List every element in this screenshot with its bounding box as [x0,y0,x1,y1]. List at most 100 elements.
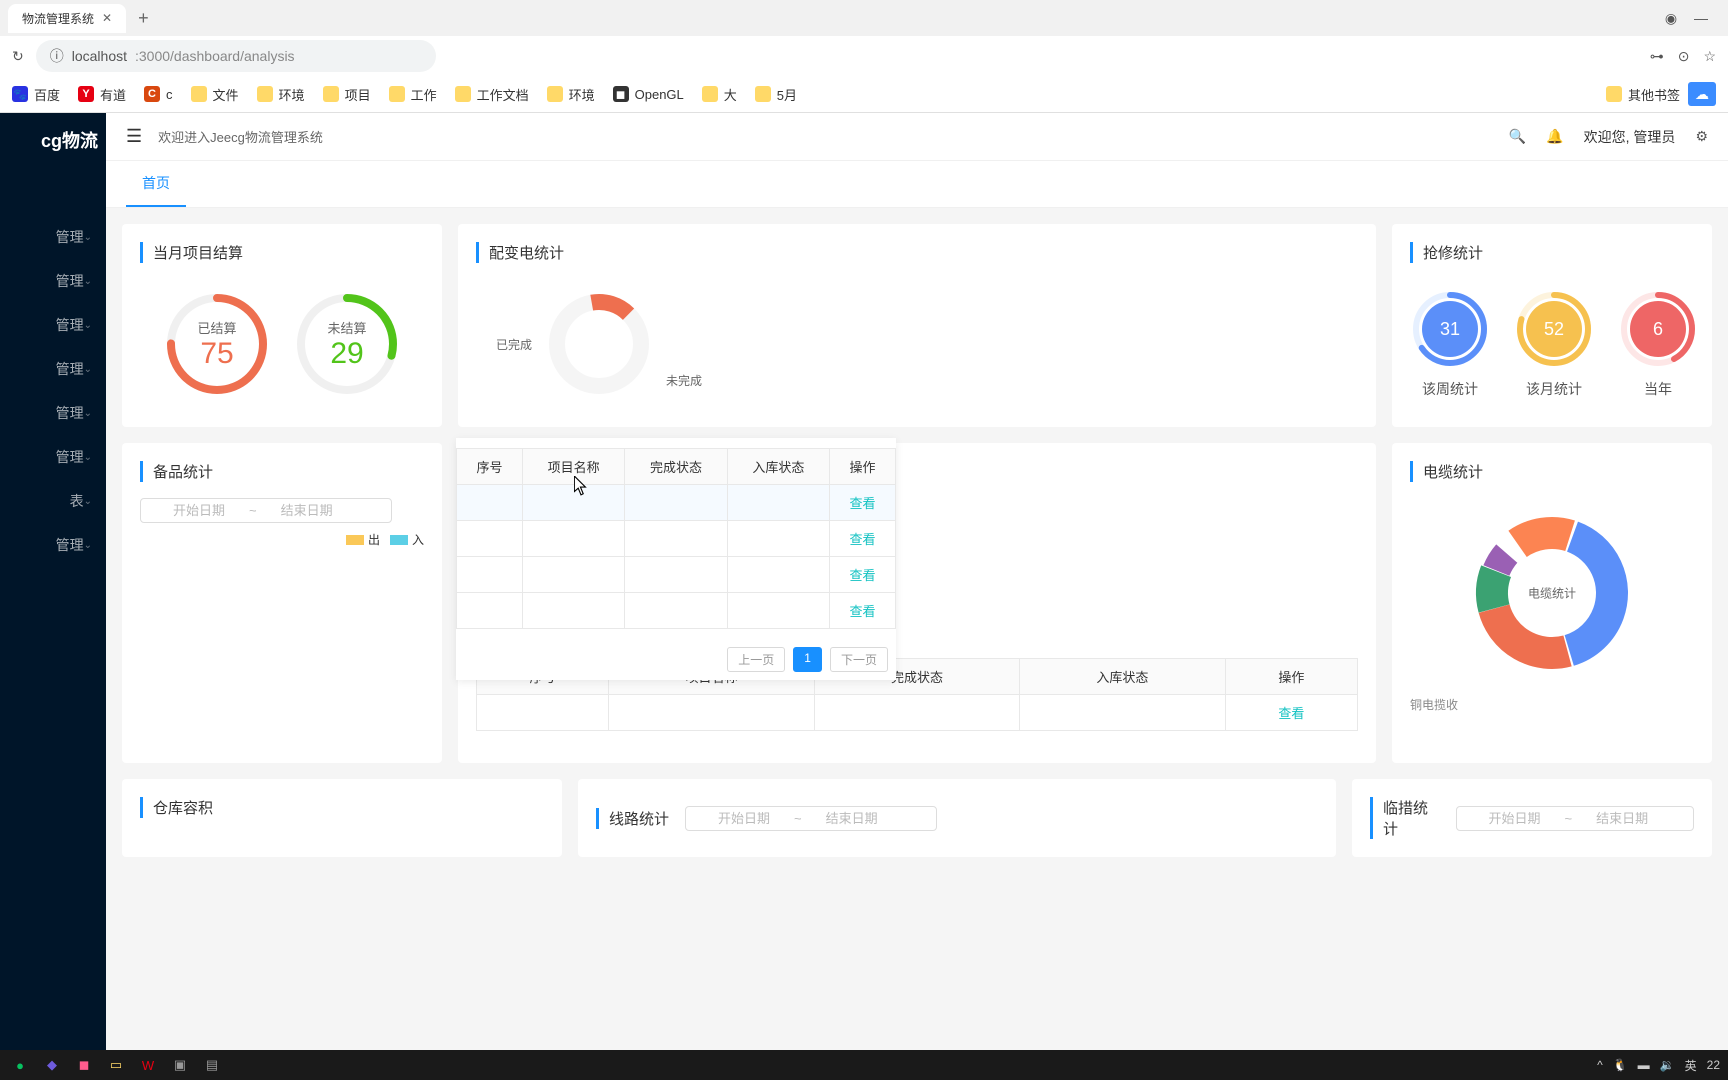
cable-footer: 铜电揽收 [1410,696,1694,713]
cable-donut: 电缆统计 [1410,498,1694,688]
search-icon[interactable]: 🔍 [1509,128,1526,145]
profile-icon[interactable]: ◉ [1664,11,1678,25]
th-name: 项目名称 [522,449,624,485]
tray-time[interactable]: 22 [1707,1058,1720,1072]
welcome-text: 欢迎进入Jeecg物流管理系统 [158,127,323,146]
tray-qq-icon[interactable]: 🐧 [1613,1058,1628,1072]
browser-tab[interactable]: 物流管理系统 ✕ [8,4,126,33]
sidebar-item-3[interactable]: 管理⌄ [0,347,106,391]
tray-chevron-icon[interactable]: ^ [1597,1058,1603,1072]
user-greeting[interactable]: 欢迎您, 管理员 [1584,127,1676,147]
gauge-value: 29 [330,337,363,371]
prev-page-button[interactable]: 上一页 [727,647,785,672]
view-link[interactable]: 查看 [850,532,876,547]
sidebar-item-7[interactable]: 管理⌄ [0,523,106,567]
bookmark-folder-gongzuowendang[interactable]: 工作文档 [455,85,529,104]
view-link[interactable]: 查看 [850,496,876,511]
tab-close-icon[interactable]: ✕ [102,11,112,25]
card-title: 当月项目结算 [140,242,424,263]
search-icon[interactable]: ⊙ [1678,48,1690,65]
gauge-unsettled: 未结算 29 [292,289,402,399]
repair-label: 当年 [1644,379,1672,399]
start-date-input[interactable] [149,503,249,518]
th-seq: 序号 [457,449,523,485]
table-row: 查看 [477,695,1358,731]
star-icon[interactable]: ☆ [1703,48,1716,65]
gauge-value: 75 [200,337,233,371]
bookmark-c[interactable]: Cc [144,86,173,102]
task-wps[interactable]: W [136,1054,160,1076]
card-title: 线路统计 [596,808,669,829]
app-logo: cg物流 [0,113,106,167]
date-range-picker[interactable]: ~ [685,806,937,831]
th-status: 完成状态 [625,449,727,485]
task-app1[interactable]: ◆ [40,1054,64,1076]
sidebar-item-6[interactable]: 表⌄ [0,479,106,523]
sidebar-item-2[interactable]: 管理⌄ [0,303,106,347]
start-date-input[interactable] [694,811,794,826]
card-monthly-settlement: 当月项目结算 已结算 75 未结算 [122,224,442,427]
sidebar-item-4[interactable]: 管理⌄ [0,391,106,435]
card-cable: 电缆统计 电缆统计 铜电揽收 [1392,443,1712,763]
start-date-input[interactable] [1465,811,1565,826]
bookmarks-bar: 🐾百度 Y有道 Cc 文件 环境 项目 工作 工作文档 环境 ◼OpenGL 大… [0,76,1728,112]
sidebar-item-5[interactable]: 管理⌄ [0,435,106,479]
baidu-cloud-icon[interactable]: ☁ [1688,82,1716,106]
table-row[interactable]: 查看 [457,485,896,521]
card-title: 抢修统计 [1410,242,1694,263]
settings-icon[interactable]: ⚙ [1695,128,1708,145]
bell-icon[interactable]: 🔔 [1546,128,1563,145]
task-wechat[interactable]: ● [8,1054,32,1076]
card-spare-parts: 备品统计 ~ 出 入 [122,443,442,763]
bookmark-opengl[interactable]: ◼OpenGL [613,86,684,102]
view-link[interactable]: 查看 [1278,706,1304,721]
os-taskbar: ● ◆ ◼ ▭ W ▣ ▤ ^ 🐧 ▬ 🔉 英 22 [0,1050,1728,1080]
end-date-input[interactable] [257,503,357,518]
chevron-down-icon: ⌄ [84,452,92,463]
tab-home[interactable]: 首页 [126,161,186,207]
page-number[interactable]: 1 [793,647,822,672]
tray-battery-icon[interactable]: ▬ [1638,1058,1650,1072]
date-range-picker[interactable]: ~ [1456,806,1694,831]
view-link[interactable]: 查看 [850,604,876,619]
task-app2[interactable]: ◼ [72,1054,96,1076]
task-explorer[interactable]: ▭ [104,1054,128,1076]
donut-label-done: 已完成 [496,336,532,353]
date-sep: ~ [249,503,257,518]
task-app3[interactable]: ▤ [200,1054,224,1076]
collapse-menu-icon[interactable]: ☰ [126,126,142,147]
date-range-picker[interactable]: ~ [140,498,392,523]
legend-in: 入 [390,531,424,548]
view-link[interactable]: 查看 [850,568,876,583]
bookmark-folder-wenjian[interactable]: 文件 [191,85,239,104]
table-row[interactable]: 查看 [457,557,896,593]
bookmark-folder-huanjing2[interactable]: 环境 [547,85,595,104]
bookmark-folder-5yue[interactable]: 5月 [755,85,797,104]
sidebar-item-1[interactable]: 管理⌄ [0,259,106,303]
url-path: :3000/dashboard/analysis [135,48,295,64]
sidebar-item-0[interactable]: 管理⌄ [0,215,106,259]
tray-ime[interactable]: 英 [1685,1057,1697,1074]
table-row[interactable]: 查看 [457,593,896,629]
repair-year: 6 当年 [1618,289,1698,399]
table-row[interactable]: 查看 [457,521,896,557]
new-tab-icon[interactable]: + [138,8,149,29]
bookmark-baidu[interactable]: 🐾百度 [12,85,60,104]
bookmark-folder-da[interactable]: 大 [702,85,737,104]
bookmark-folder-huanjing[interactable]: 环境 [257,85,305,104]
key-icon[interactable]: ⊶ [1650,48,1664,65]
end-date-input[interactable] [802,811,902,826]
card-warehouse: 仓库容积 [122,779,562,857]
address-bar[interactable]: ⓘ localhost:3000/dashboard/analysis [36,40,436,72]
other-bookmarks[interactable]: 其他书签 [1606,85,1680,104]
card-title: 配变电统计 [476,242,1358,263]
bookmark-youdao[interactable]: Y有道 [78,85,126,104]
task-terminal[interactable]: ▣ [168,1054,192,1076]
minimize-icon[interactable]: — [1694,11,1708,25]
bookmark-folder-gongzuo[interactable]: 工作 [389,85,437,104]
bookmark-folder-xiangmu[interactable]: 项目 [323,85,371,104]
reload-icon[interactable]: ↻ [12,48,24,65]
tray-volume-icon[interactable]: 🔉 [1660,1058,1675,1072]
next-page-button[interactable]: 下一页 [830,647,888,672]
end-date-input[interactable] [1572,811,1672,826]
